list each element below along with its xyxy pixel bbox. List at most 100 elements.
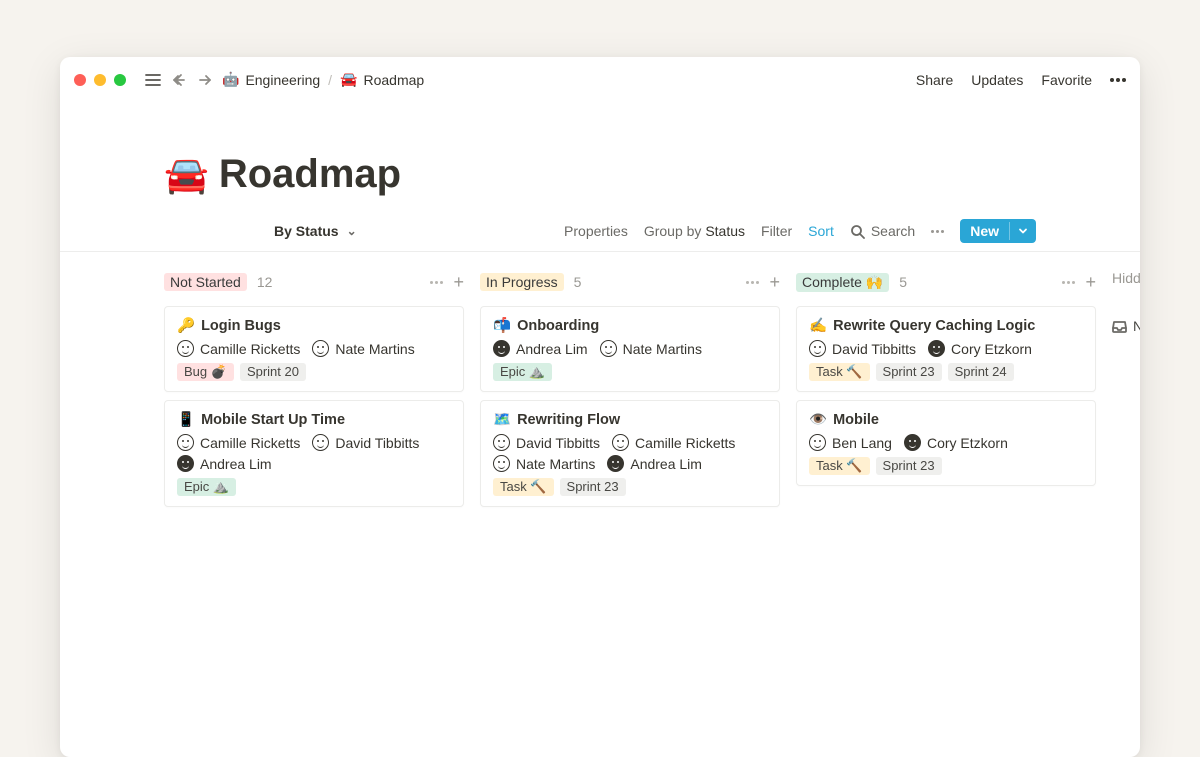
card-people: Camille Ricketts David Tibbitts Andrea Lim <box>177 434 451 472</box>
column-more-icon[interactable] <box>1062 281 1075 284</box>
avatar <box>177 340 194 357</box>
sort-button[interactable]: Sort <box>808 223 834 239</box>
breadcrumb-icon: 🚘 <box>340 71 357 88</box>
tag-chip: Bug 💣 <box>177 363 234 381</box>
avatar <box>312 340 329 357</box>
no-status-group[interactable]: No <box>1112 318 1140 334</box>
person-name: Cory Etzkorn <box>927 435 1008 451</box>
person: Nate Martins <box>312 340 414 357</box>
card-title: 🔑 Login Bugs <box>177 317 451 334</box>
tag-chip: Task 🔨 <box>493 478 554 496</box>
tag-chip: Sprint 23 <box>876 363 942 381</box>
card-icon: 📱 <box>177 411 195 428</box>
share-button[interactable]: Share <box>916 72 953 88</box>
person-name: Nate Martins <box>516 456 595 472</box>
filter-button[interactable]: Filter <box>761 223 792 239</box>
new-button[interactable]: New <box>960 219 1036 243</box>
board-column: Not Started 12 + 🔑 Login Bugs Camille Rick… <box>164 268 464 515</box>
breadcrumb-label: Roadmap <box>364 72 425 88</box>
column-add-button[interactable]: + <box>1085 273 1096 291</box>
breadcrumb-item-engineering[interactable]: 🤖 Engineering <box>222 71 320 88</box>
person: Camille Ricketts <box>612 434 735 451</box>
column-status-tag[interactable]: In Progress <box>480 273 564 291</box>
card-icon: 📬 <box>493 317 511 334</box>
board-card[interactable]: 🔑Login BugsCamille RickettsNate MartinsB… <box>164 306 464 392</box>
card-title-text: Mobile Start Up Time <box>201 412 345 428</box>
card-title: ✍️Rewrite Query Caching Logic <box>809 317 1083 334</box>
board-view-icon <box>164 223 268 239</box>
board-card[interactable]: 🗺️Rewriting FlowDavid TibbittsCamille Ri… <box>480 400 780 507</box>
sidebar-toggle-icon[interactable] <box>140 67 166 93</box>
breadcrumb-icon: 🤖 <box>222 71 239 88</box>
tag-chip: Sprint 23 <box>560 478 626 496</box>
card-title-text: Rewriting Flow <box>517 412 620 428</box>
toolbar-more-icon[interactable] <box>931 230 944 233</box>
board-card[interactable]: 📬OnboardingAndrea LimNate MartinsEpic ⛰️ <box>480 306 780 392</box>
column-more-icon[interactable] <box>746 281 759 284</box>
card-people: David TibbittsCamille RickettsNate Marti… <box>493 434 767 472</box>
avatar <box>904 434 921 451</box>
properties-button[interactable]: Properties <box>564 223 628 239</box>
card-people: Andrea Lim Nate Martins <box>493 340 767 357</box>
card-icon: 👁️ <box>809 411 827 428</box>
board-card[interactable]: ✍️Rewrite Query Caching Logic David Tibbi… <box>796 306 1096 392</box>
person-name: Nate Martins <box>623 341 702 357</box>
person-name: David Tibbitts <box>335 435 419 451</box>
hidden-columns-label[interactable]: Hidden <box>1112 270 1140 286</box>
card-title-text: Rewrite Query Caching Logic <box>833 318 1035 334</box>
new-button-dropdown[interactable] <box>1009 222 1036 240</box>
card-title: 📱 Mobile Start Up Time <box>177 411 451 428</box>
toolbar-right: Properties Group by Status Filter Sort S… <box>564 219 1036 243</box>
breadcrumb-item-roadmap[interactable]: 🚘 Roadmap <box>340 71 424 88</box>
board-column: In Progress 5 + 📬OnboardingAndrea LimNat… <box>480 268 780 515</box>
search-icon <box>850 224 865 239</box>
column-add-button[interactable]: + <box>453 273 464 291</box>
page-title[interactable]: 🚘 Roadmap <box>164 152 1036 197</box>
column-add-button[interactable]: + <box>769 273 780 291</box>
minimize-window-button[interactable] <box>94 74 106 86</box>
more-menu-icon[interactable] <box>1110 78 1126 82</box>
avatar <box>493 434 510 451</box>
card-title: 📬Onboarding <box>493 317 767 334</box>
groupby-button[interactable]: Group by Status <box>644 223 745 239</box>
board-card[interactable]: 📱 Mobile Start Up Time Camille Ricketts Dav… <box>164 400 464 507</box>
person: David Tibbitts <box>312 434 419 451</box>
person-name: Camille Ricketts <box>635 435 735 451</box>
card-tags: Task 🔨Sprint 23 <box>809 457 1083 475</box>
card-title-text: Login Bugs <box>201 318 281 334</box>
avatar <box>612 434 629 451</box>
column-status-tag[interactable]: Complete 🙌 <box>796 273 889 292</box>
hidden-columns-area: Hidden No <box>1112 268 1140 515</box>
card-tags: Task 🔨Sprint 23Sprint 24 <box>809 363 1083 381</box>
person: Nate Martins <box>493 455 595 472</box>
avatar <box>493 455 510 472</box>
favorite-button[interactable]: Favorite <box>1041 72 1092 88</box>
search-button[interactable]: Search <box>850 223 915 239</box>
view-selector[interactable]: By Status ⌄ <box>164 223 357 239</box>
column-status-tag[interactable]: Not Started <box>164 273 247 291</box>
column-more-icon[interactable] <box>430 281 443 284</box>
card-icon: 🔑 <box>177 317 195 334</box>
avatar <box>177 455 194 472</box>
column-actions: + <box>746 273 780 291</box>
column-header: Not Started 12 + <box>164 268 464 296</box>
avatar <box>312 434 329 451</box>
updates-button[interactable]: Updates <box>971 72 1023 88</box>
topbar: 🤖 Engineering / 🚘 Roadmap Share Updates … <box>60 57 1140 102</box>
chevron-down-icon <box>1018 226 1028 236</box>
tag-chip: Epic ⛰️ <box>177 478 236 496</box>
column-count: 5 <box>899 274 907 290</box>
nav-forward-button[interactable] <box>192 67 218 93</box>
person: Camille Ricketts <box>177 434 300 451</box>
close-window-button[interactable] <box>74 74 86 86</box>
page-header: 🚘 Roadmap <box>60 102 1140 197</box>
tag-chip: Sprint 24 <box>948 363 1014 381</box>
person-name: Andrea Lim <box>200 456 272 472</box>
board-card[interactable]: 👁️MobileBen LangCory EtzkornTask 🔨Sprint… <box>796 400 1096 486</box>
maximize-window-button[interactable] <box>114 74 126 86</box>
person-name: Andrea Lim <box>516 341 588 357</box>
breadcrumb-separator: / <box>328 72 332 88</box>
page-icon[interactable]: 🚘 <box>164 154 209 196</box>
nav-back-button[interactable] <box>166 67 192 93</box>
person: David Tibbitts <box>809 340 916 357</box>
